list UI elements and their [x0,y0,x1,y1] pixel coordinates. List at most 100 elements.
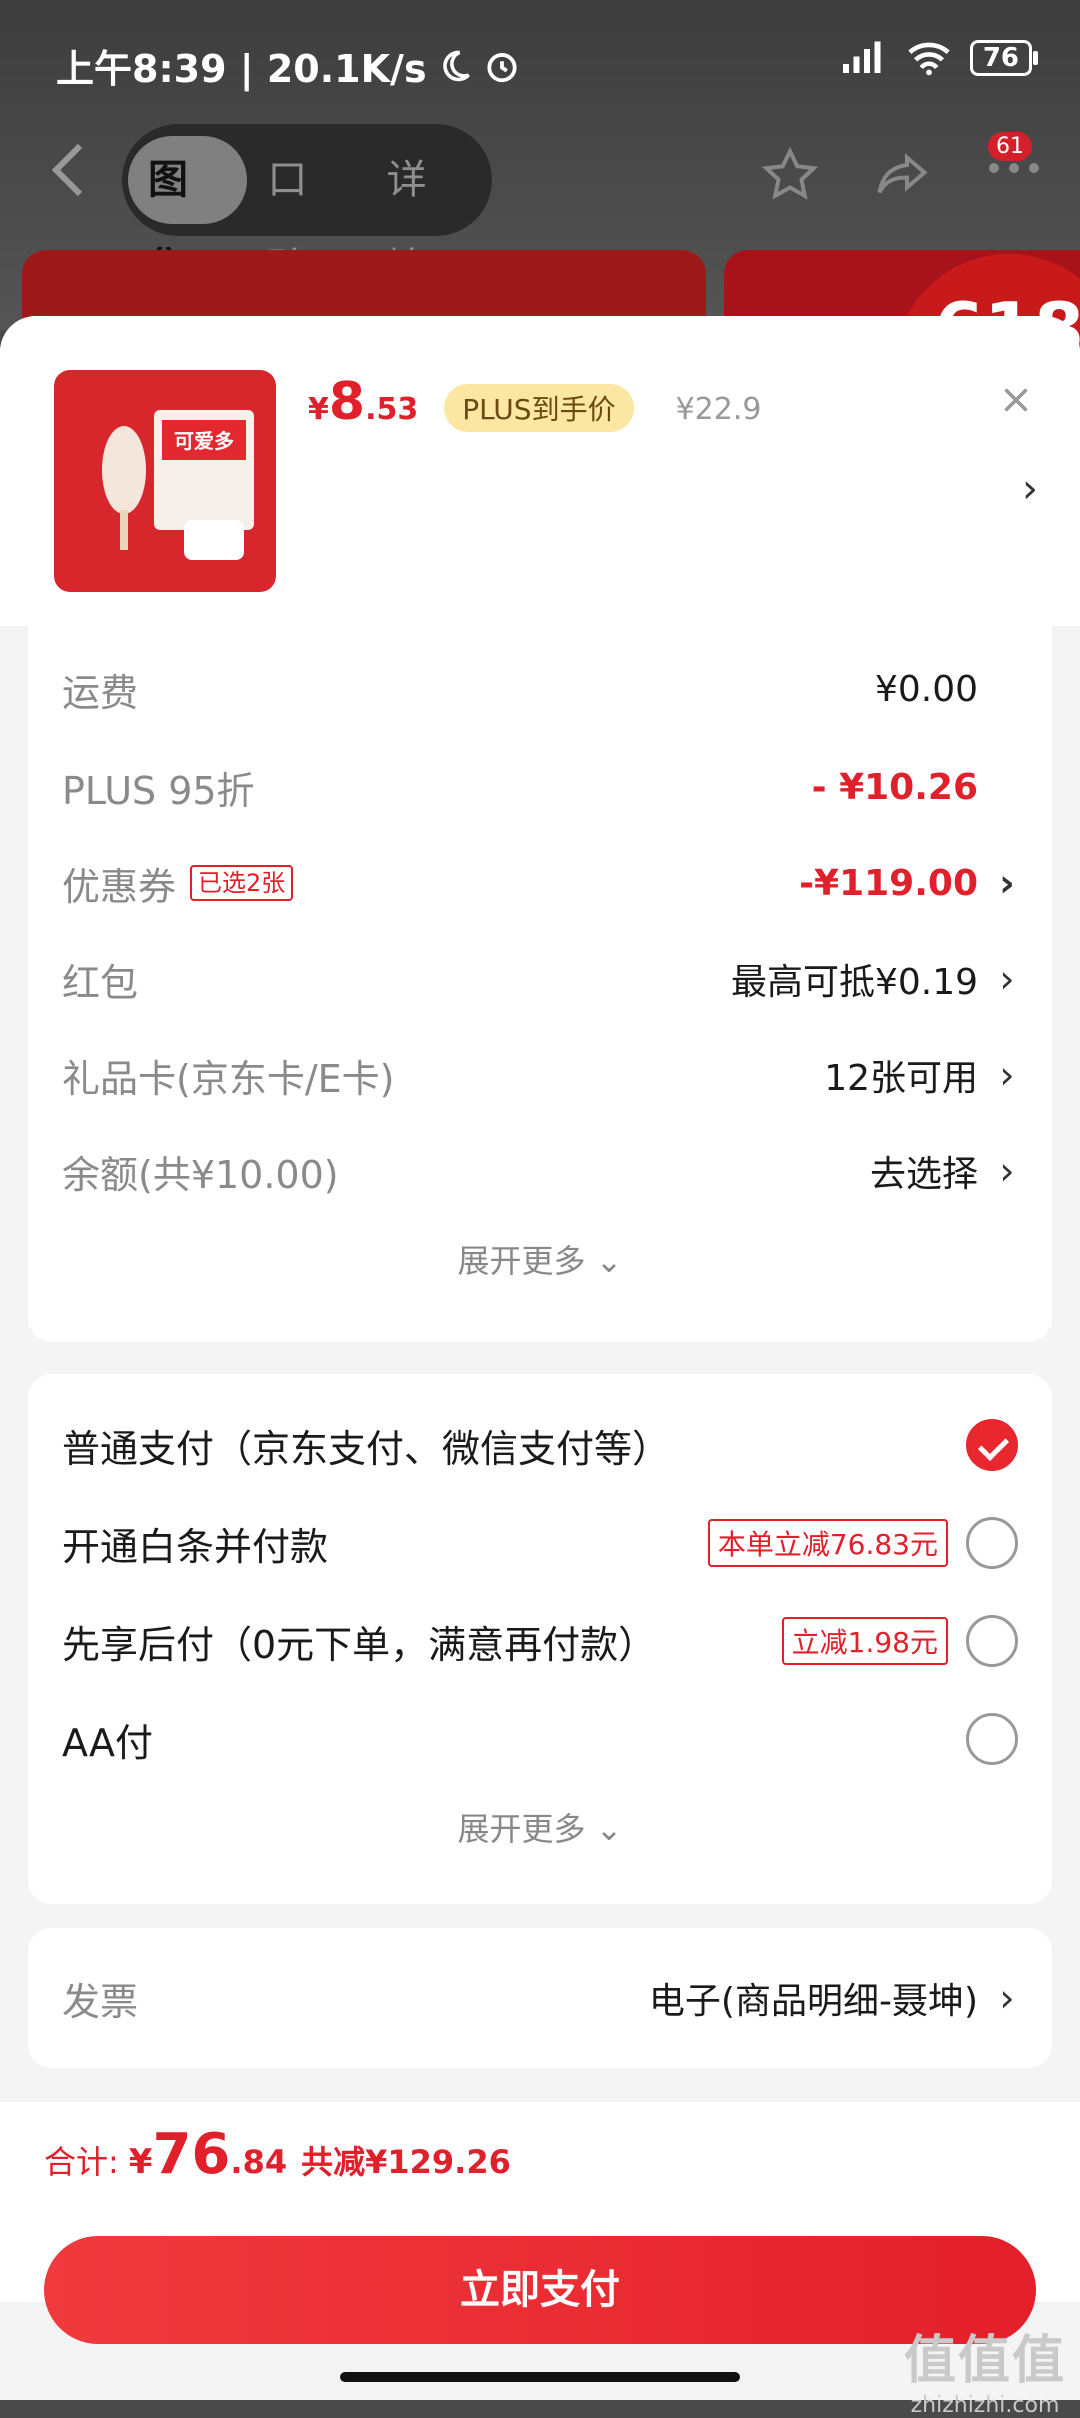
payment-label: AA付 [62,1720,154,1765]
radio-icon[interactable] [966,1615,1018,1667]
fee-label: 运费 [62,670,139,715]
promo-tag: 本单立减76.83元 [707,1519,948,1567]
radio-icon[interactable] [966,1517,1018,1569]
original-price: ¥22.9 [675,392,762,427]
share-icon[interactable] [872,145,932,205]
fee-label: 优惠券 [62,864,177,909]
radio-checked-icon[interactable] [966,1419,1018,1471]
payment-option-normal[interactable]: 普通支付（京东支付、微信支付等） [62,1410,1018,1480]
fee-label: 余额(共¥10.00) [62,1152,339,1197]
sale-price: ¥8.53 [308,372,418,432]
watermark-url: zhizhizhi.com [910,2393,1060,2418]
tab-bar: 图集 口碑 详情 [122,124,492,291]
tab-reviews[interactable]: 口碑 [247,136,366,291]
fee-value: -¥119.00 › [799,861,1018,905]
nav-actions: 61 [760,132,1044,212]
fee-label: 礼品卡(京东卡/E卡) [62,1056,395,1101]
fee-amount: 去选择 [869,1154,978,1195]
payment-card: 普通支付（京东支付、微信支付等） 开通白条并付款 本单立减76.83元 先享后付… [28,1374,1052,1904]
status-left: 上午8:39 | 20.1K/s [56,38,521,93]
product-image: 可爱多 [54,370,276,592]
payment-option-pay-later[interactable]: 先享后付（0元下单，满意再付款） 立减1.98元 [62,1606,1018,1676]
invoice-label: 发票 [62,1979,139,2024]
product-brand-text: 可爱多 [174,429,234,453]
more-menu-button[interactable]: 61 [984,132,1044,212]
fee-label: PLUS 95折 [62,768,255,813]
fee-value: - ¥10.26› [812,765,1018,809]
watermark: 值值值 zhizhizhi.com [904,2318,1066,2418]
fee-value: 去选择 › [870,1145,1018,1197]
price-integer: 8 [328,372,366,432]
expand-more-payment[interactable]: 展开更多 ⌄ [28,1804,1052,1850]
fee-row-gift-card[interactable]: 礼品卡(京东卡/E卡) 12张可用 › [62,1040,1018,1110]
price-currency: ¥ [308,392,329,427]
fee-amount: ¥0.00 [874,668,978,710]
price-decimal: .53 [365,392,419,427]
fee-row-balance[interactable]: 余额(共¥10.00) 去选择 › [62,1136,1018,1206]
payment-option-aa[interactable]: AA付 [62,1704,1018,1774]
close-button[interactable] [986,372,1046,432]
star-icon[interactable] [760,145,820,205]
fee-amount: 12张可用 [824,1058,978,1099]
promo-tag: 立减1.98元 [781,1617,948,1665]
total-decimal: .84 [230,2143,288,2181]
payment-right [966,1713,1018,1765]
chevron-right-icon: › [999,1053,1015,1097]
product-detail-chevron[interactable]: › [1022,466,1038,512]
payment-label: 先享后付（0元下单，满意再付款） [62,1622,657,1667]
chevron-right-icon: › [999,957,1015,1001]
top-nav-bar: 图集 口碑 详情 61 [0,120,1080,291]
plus-price-tag: PLUS到手价 [444,384,634,432]
watermark-logo: 值值值 [903,2331,1066,2391]
fee-amount: -¥119.00 [799,862,978,904]
fee-row-red-packet[interactable]: 红包 最高可抵¥0.19 › [62,944,1018,1014]
fee-value: 最高可抵¥0.19 › [731,953,1018,1005]
expand-more-fees[interactable]: 展开更多 ⌄ [28,1236,1052,1282]
payment-label: 普通支付（京东支付、微信支付等） [62,1426,671,1471]
invoice-card[interactable]: 发票 电子(商品明细-聂坤) › [28,1928,1052,2068]
fee-label: 红包 [62,960,139,1005]
moon-icon [442,50,470,81]
invoice-value: 电子(商品明细-聂坤) [648,1981,978,2022]
fee-value: 12张可用 › [824,1049,1018,1101]
status-right: 76 [840,40,1039,76]
product-thumbnail[interactable]: 可爱多 [54,370,276,592]
fees-card: 运费 ¥0.00› PLUS 95折 - ¥10.26› 优惠券已选2张 -¥1… [28,626,1052,1342]
fee-amount: 最高可抵¥0.19 [730,962,978,1003]
back-button[interactable] [48,140,98,220]
total-saved: 共减¥129.26 [301,2143,511,2181]
radio-icon[interactable] [966,1713,1018,1765]
fee-value: ¥0.00› [875,667,1018,711]
payment-right [966,1419,1018,1471]
coupon-selected-tag: 已选2张 [190,865,294,901]
tab-details[interactable]: 详情 [367,136,486,291]
notification-badge: 61 [988,132,1032,161]
payment-right: 本单立减76.83元 [707,1517,1018,1569]
signal-icon [842,41,881,73]
total-label: 合计: [44,2143,119,2181]
payment-right: 立减1.98元 [781,1615,1018,1667]
status-bar: 上午8:39 | 20.1K/s 76 [0,0,1080,120]
battery-indicator: 76 [969,40,1039,76]
fee-label-group: 优惠券 已选2张 [62,856,294,911]
fee-row-coupon[interactable]: 优惠券 已选2张 -¥119.00 › [62,848,1018,918]
status-time: 上午8:39 | 20.1K/s [56,47,427,91]
fee-row-plus-discount: PLUS 95折 - ¥10.26› [62,752,1018,822]
tab-gallery[interactable]: 图集 [128,136,248,291]
payment-option-baitiao[interactable]: 开通白条并付款 本单立减76.83元 [62,1508,1018,1578]
alarm-icon [486,52,517,82]
price-row: ¥8.53 PLUS到手价 ¥22.9 [308,372,761,432]
close-icon [1004,388,1028,412]
wifi-icon [908,42,950,76]
chevron-right-icon: › [999,1976,1015,2020]
payment-label: 开通白条并付款 [62,1524,329,1569]
pay-now-button[interactable]: 立即支付 [44,2236,1036,2344]
checkout-sheet: 可爱多 ¥8.53 PLUS到手价 ¥22.9 › 运费 ¥0.00› PLUS… [0,316,1080,2400]
fee-amount: - ¥10.26 [811,766,978,808]
invoice-value-group: 电子(商品明细-聂坤) › [649,1972,1018,2024]
product-header: 可爱多 ¥8.53 PLUS到手价 ¥22.9 › [0,316,1080,626]
chevron-left-icon [51,143,83,197]
home-indicator[interactable] [340,2372,740,2382]
invoice-row[interactable]: 发票 电子(商品明细-聂坤) › [62,1963,1018,2033]
chevron-right-icon: › [999,1149,1015,1193]
